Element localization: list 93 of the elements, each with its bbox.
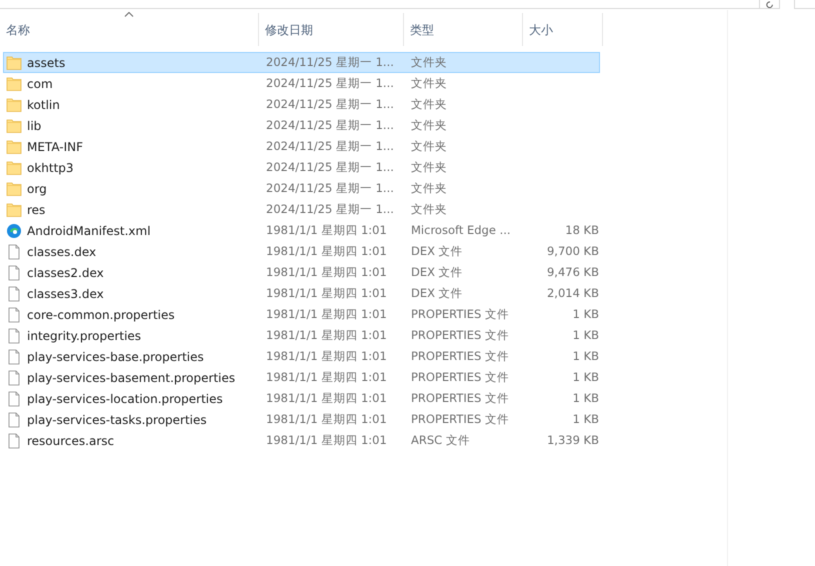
modified-date: 2024/11/25 星期一 1... xyxy=(266,116,394,134)
file-name: classes2.dex xyxy=(27,264,104,282)
modified-date: 2024/11/25 星期一 1... xyxy=(266,138,394,155)
file-row[interactable]: assets 2024/11/25 星期一 1... 文件夹 xyxy=(3,52,600,73)
file-size: 1 KB xyxy=(572,348,599,365)
modified-date: 1981/1/1 星期四 1:01 xyxy=(266,284,387,302)
file-name: com xyxy=(27,76,53,92)
file-name: core-common.properties xyxy=(27,306,175,324)
file-row[interactable]: AndroidManifest.xml 1981/1/1 星期四 1:01 Microsoft Edge ... 18 KB xyxy=(3,220,600,241)
file-name: classes3.dex xyxy=(27,286,104,302)
file-type: 文件夹 xyxy=(411,158,447,176)
file-type: DEX 文件 xyxy=(411,264,463,281)
file-type: PROPERTIES 文件 xyxy=(411,410,509,428)
modified-date: 1981/1/1 星期四 1:01 xyxy=(266,264,387,281)
file-row[interactable]: play-services-basement.properties 1981/1/1 星期四 1:01 PROPERTIES 文件 1 KB xyxy=(3,367,600,388)
file-row[interactable]: kotlin 2024/11/25 星期一 1... 文件夹 xyxy=(3,94,600,115)
file-row[interactable]: integrity.properties 1981/1/1 星期四 1:01 PROPERTIES 文件 1 KB xyxy=(3,325,600,346)
file-type: 文件夹 xyxy=(411,138,447,155)
file-name: play-services-location.properties xyxy=(27,390,223,408)
file-row[interactable]: META-INF 2024/11/25 星期一 1... 文件夹 xyxy=(3,136,600,157)
modified-date: 1981/1/1 星期四 1:01 xyxy=(266,348,387,365)
file-type: 文件夹 xyxy=(411,180,447,197)
file-size: 1 KB xyxy=(572,368,599,386)
file-row[interactable]: res 2024/11/25 星期一 1... 文件夹 xyxy=(3,199,600,220)
file-row[interactable]: classes2.dex 1981/1/1 星期四 1:01 DEX 文件 9,476 KB xyxy=(3,262,600,283)
column-header[interactable]: 大小 xyxy=(523,13,603,46)
modified-date: 1981/1/1 星期四 1:01 xyxy=(266,390,387,407)
file-size: 2,014 KB xyxy=(546,284,599,302)
file-size: 9,700 KB xyxy=(546,242,599,260)
file-row[interactable]: classes.dex 1981/1/1 星期四 1:01 DEX 文件 9,700 KB xyxy=(3,241,600,262)
file-size: 9,476 KB xyxy=(546,264,599,281)
file-name: AndroidManifest.xml xyxy=(27,222,151,240)
file-row[interactable]: okhttp3 2024/11/25 星期一 1... 文件夹 xyxy=(3,157,600,178)
modified-date: 2024/11/25 星期一 1... xyxy=(266,74,394,92)
file-type: PROPERTIES 文件 xyxy=(411,306,509,323)
refresh-button[interactable] xyxy=(760,0,780,9)
file-name: okhttp3 xyxy=(27,160,74,176)
file-size: 1 KB xyxy=(572,390,599,407)
file-type: PROPERTIES 文件 xyxy=(411,368,509,386)
modified-date: 2024/11/25 星期一 1... xyxy=(266,158,394,176)
column-header[interactable]: 修改日期 xyxy=(259,13,404,46)
column-header[interactable]: 名称 xyxy=(0,13,259,46)
file-name: play-services-tasks.properties xyxy=(27,412,207,428)
file-name: lib xyxy=(27,118,42,134)
file-type: 文件夹 xyxy=(411,96,447,113)
file-type: DEX 文件 xyxy=(411,242,463,260)
file-type: PROPERTIES 文件 xyxy=(411,390,509,407)
file-type: ARSC 文件 xyxy=(411,432,470,449)
file-name: META-INF xyxy=(27,138,84,156)
file-name: resources.arsc xyxy=(27,432,114,450)
modified-date: 1981/1/1 星期四 1:01 xyxy=(266,432,387,449)
file-row[interactable]: resources.arsc 1981/1/1 星期四 1:01 ARSC 文件 1,339 KB xyxy=(3,430,600,451)
file-type: 文件夹 xyxy=(411,54,447,71)
modified-date: 2024/11/25 星期一 1... xyxy=(266,200,394,218)
file-type: 文件夹 xyxy=(411,200,447,218)
modified-date: 2024/11/25 星期一 1... xyxy=(266,96,394,113)
file-type: PROPERTIES 文件 xyxy=(411,326,509,344)
file-size: 1 KB xyxy=(572,326,599,344)
file-name: integrity.properties xyxy=(27,328,142,344)
modified-date: 1981/1/1 星期四 1:01 xyxy=(266,242,387,260)
file-type: Microsoft Edge ... xyxy=(411,222,511,239)
file-type: DEX 文件 xyxy=(411,284,463,302)
modified-date: 1981/1/1 星期四 1:01 xyxy=(266,222,387,239)
modified-date: 2024/11/25 星期一 1... xyxy=(266,54,394,71)
file-row[interactable]: play-services-base.properties 1981/1/1 星期四 1:01 PROPERTIES 文件 1 KB xyxy=(3,346,600,367)
file-row[interactable]: classes3.dex 1981/1/1 星期四 1:01 DEX 文件 2,014 KB xyxy=(3,283,600,304)
file-size: 1 KB xyxy=(572,410,599,428)
file-row[interactable]: play-services-tasks.properties 1981/1/1 星期四 1:01 PROPERTIES 文件 1 KB xyxy=(3,409,600,430)
refresh-icon xyxy=(764,0,774,8)
modified-date: 1981/1/1 星期四 1:01 xyxy=(266,410,387,428)
file-row[interactable]: lib 2024/11/25 星期一 1... 文件夹 xyxy=(3,115,600,136)
modified-date: 1981/1/1 星期四 1:01 xyxy=(266,326,387,344)
column-header[interactable]: 类型 xyxy=(404,13,523,46)
file-name: org xyxy=(27,180,47,198)
file-size: 18 KB xyxy=(565,222,599,239)
file-row[interactable]: core-common.properties 1981/1/1 星期四 1:01 PROPERTIES 文件 1 KB xyxy=(3,304,600,325)
file-name: kotlin xyxy=(27,96,60,114)
file-row[interactable]: org 2024/11/25 星期一 1... 文件夹 xyxy=(3,178,600,199)
file-row[interactable]: com 2024/11/25 星期一 1... 文件夹 xyxy=(3,73,600,94)
file-type: PROPERTIES 文件 xyxy=(411,348,509,365)
file-type: 文件夹 xyxy=(411,74,447,92)
file-name: play-services-base.properties xyxy=(27,348,204,366)
file-size: 1 KB xyxy=(572,306,599,323)
file-name: assets xyxy=(27,54,66,72)
file-type: 文件夹 xyxy=(411,116,447,134)
file-name: res xyxy=(27,202,46,218)
file-name: classes.dex xyxy=(27,244,96,260)
file-size: 1,339 KB xyxy=(546,432,599,449)
modified-date: 1981/1/1 星期四 1:01 xyxy=(266,306,387,323)
modified-date: 2024/11/25 星期一 1... xyxy=(266,180,394,197)
modified-date: 1981/1/1 星期四 1:01 xyxy=(266,368,387,386)
file-row[interactable]: play-services-location.properties 1981/1/1 星期四 1:01 PROPERTIES 文件 1 KB xyxy=(3,388,600,409)
file-name: play-services-basement.properties xyxy=(27,370,236,386)
